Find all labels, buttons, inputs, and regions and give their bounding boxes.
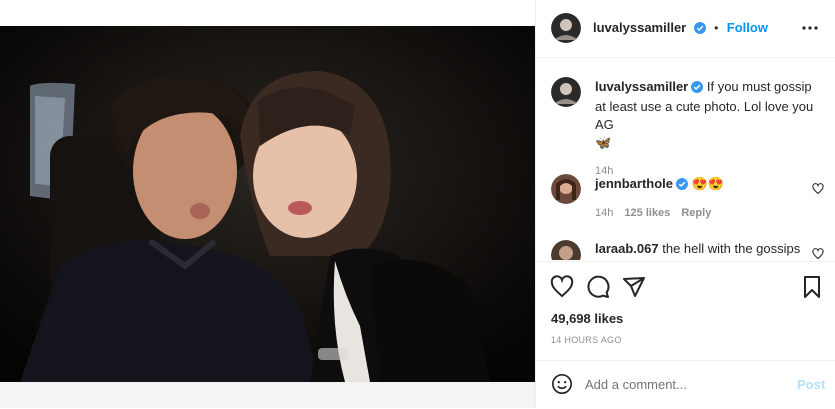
comment-2-like-heart-icon[interactable]: [812, 247, 824, 260]
avatar-image: [551, 174, 581, 204]
comment-1-username[interactable]: jennbarthole: [595, 176, 673, 191]
comment-1-like-heart-icon[interactable]: [812, 182, 824, 200]
comment-1: jennbarthole 😍😍 14h 125 likes Reply: [595, 175, 805, 219]
comment-bubble-icon[interactable]: [586, 275, 610, 304]
comment-1-reply-button[interactable]: Reply: [681, 207, 711, 219]
butterfly-emoji: 🦋: [595, 135, 612, 150]
avatar-image: [551, 13, 581, 43]
post-header: luvalyssamiller • Follow: [536, 0, 835, 58]
add-comment-input[interactable]: [585, 374, 780, 394]
separator-dot: •: [714, 21, 719, 35]
post-comment-button[interactable]: Post: [797, 377, 825, 392]
comment-2-text-block: laraab.067 the hell with the gossips: [595, 240, 810, 258]
caption-username[interactable]: luvalyssamiller: [595, 79, 688, 94]
caption: luvalyssamiller If you must gossip at le…: [595, 78, 823, 177]
comment-2-text: the hell with the gossips: [662, 241, 801, 256]
commenter-avatar[interactable]: [551, 240, 581, 260]
caption-avatar[interactable]: [551, 77, 581, 107]
comment-1-text-block: jennbarthole 😍😍: [595, 175, 805, 195]
comments-section: luvalyssamiller If you must gossip at le…: [536, 58, 835, 260]
verified-badge-icon: [693, 21, 706, 39]
comment-1-likes[interactable]: 125 likes: [624, 207, 670, 219]
photo-illustration: [0, 26, 535, 382]
avatar-image: [551, 77, 581, 107]
verified-badge-icon: [691, 80, 704, 98]
header-line: luvalyssamiller • Follow: [593, 19, 768, 39]
author-username[interactable]: luvalyssamiller: [593, 20, 686, 35]
save-bookmark-icon[interactable]: [800, 275, 824, 304]
verified-badge-icon: [676, 177, 689, 195]
post-actions: 49,698 likes 14 HOURS AGO: [536, 261, 835, 362]
likes-count[interactable]: 49,698 likes: [551, 311, 623, 326]
post-photo[interactable]: [0, 26, 535, 382]
emoji-smiley-icon[interactable]: [551, 373, 573, 400]
comment-1-time: 14h: [595, 207, 614, 219]
like-heart-icon[interactable]: [550, 275, 574, 304]
comment-1-text: 😍😍: [691, 176, 725, 191]
share-paper-plane-icon[interactable]: [622, 275, 646, 304]
add-comment-bar: Post: [536, 360, 835, 409]
comment-2: laraab.067 the hell with the gossips: [595, 240, 810, 258]
avatar-image: [551, 240, 581, 260]
post-timestamp[interactable]: 14 HOURS AGO: [551, 335, 622, 345]
comment-2-username[interactable]: laraab.067: [595, 241, 659, 256]
more-options-icon[interactable]: [800, 20, 820, 41]
post-side-panel: luvalyssamiller • Follow luvalyssamiller…: [535, 0, 835, 408]
author-avatar[interactable]: [551, 13, 581, 43]
photo-bottom-strip: [0, 382, 535, 408]
comment-1-meta: 14h 125 likes Reply: [595, 207, 805, 219]
follow-button[interactable]: Follow: [727, 20, 768, 35]
caption-text-block: luvalyssamiller If you must gossip at le…: [595, 78, 823, 152]
commenter-avatar[interactable]: [551, 174, 581, 204]
